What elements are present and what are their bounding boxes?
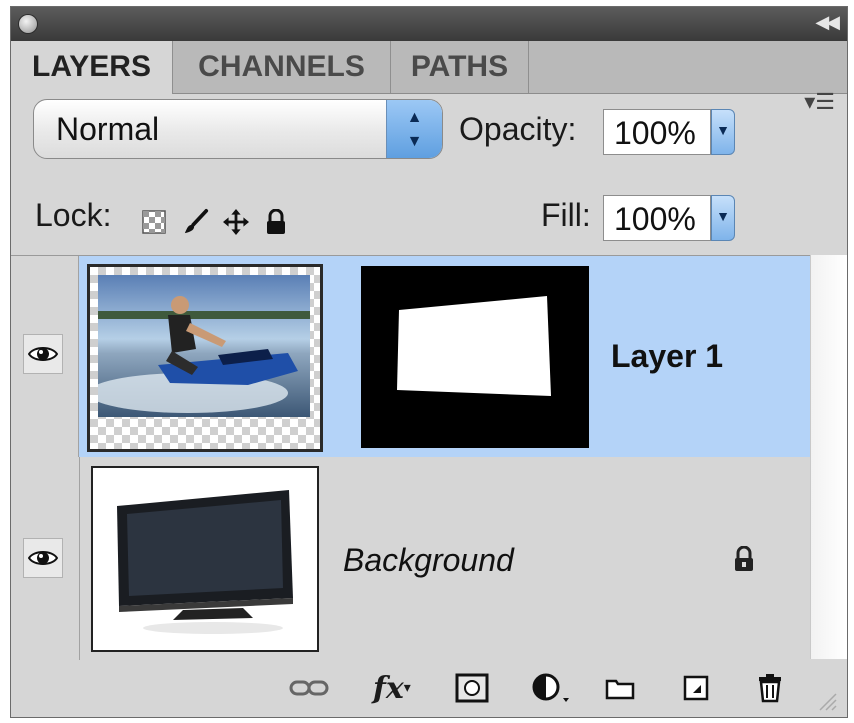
adjustment-icon[interactable]	[531, 670, 571, 706]
lock-move-icon[interactable]	[223, 209, 249, 235]
layer-1-mask-thumbnail[interactable]	[361, 266, 589, 448]
tab-layers[interactable]: LAYERS	[11, 41, 173, 94]
layer-row-layer-1[interactable]: Layer 1	[11, 256, 811, 457]
tab-channels[interactable]: CHANNELS	[173, 41, 391, 93]
fx-icon[interactable]: fx ▾	[373, 670, 411, 706]
layers-scrollbar[interactable]	[810, 255, 847, 659]
eye-icon[interactable]	[23, 334, 63, 374]
resize-grip-icon[interactable]	[819, 684, 837, 717]
layers-bottom-toolbar: fx ▾	[11, 660, 847, 717]
background-thumbnail[interactable]	[91, 466, 319, 652]
fill-input[interactable]: 100%	[603, 195, 711, 241]
layer-1-name[interactable]: Layer 1	[611, 338, 723, 375]
opacity-input[interactable]: 100%	[603, 109, 711, 155]
opacity-dropdown-icon[interactable]: ▼	[711, 109, 735, 155]
eye-icon[interactable]	[23, 538, 63, 578]
tab-paths[interactable]: PATHS	[391, 41, 529, 93]
layers-list: Layer 1 Background	[11, 255, 811, 661]
tab-bar: LAYERS CHANNELS PATHS ▾☰	[11, 41, 847, 114]
lock-transparent-icon[interactable]	[141, 209, 167, 235]
fill-dropdown-icon[interactable]: ▼	[711, 195, 735, 241]
trash-icon[interactable]	[757, 670, 783, 706]
lock-all-icon[interactable]	[263, 209, 289, 235]
background-layer-name[interactable]: Background	[343, 542, 514, 579]
layers-panel: ◀◀ LAYERS CHANNELS PATHS ▾☰ Normal ▲ ▼ Op…	[10, 6, 848, 718]
blend-mode-value: Normal	[56, 111, 160, 147]
lock-label: Lock:	[35, 197, 112, 233]
fill-label: Fill:	[541, 197, 591, 233]
layer-row-background[interactable]: Background	[11, 458, 811, 660]
new-layer-icon[interactable]	[683, 670, 709, 706]
panel-menu-icon[interactable]: ▾☰	[804, 89, 835, 115]
select-arrows-icon: ▲ ▼	[386, 100, 442, 158]
mask-icon[interactable]	[455, 670, 489, 706]
layer-lock-icon	[733, 545, 755, 577]
collapse-icon[interactable]: ◀◀	[815, 12, 840, 33]
lock-paint-icon[interactable]	[183, 209, 209, 235]
link-icon[interactable]	[289, 670, 329, 706]
close-icon[interactable]	[19, 15, 37, 33]
folder-icon[interactable]	[605, 670, 635, 706]
layer-1-thumbnail[interactable]	[87, 264, 323, 452]
panel-titlebar: ◀◀	[11, 7, 847, 41]
opacity-label: Opacity:	[459, 111, 577, 147]
blend-mode-select[interactable]: Normal ▲ ▼	[33, 99, 443, 159]
